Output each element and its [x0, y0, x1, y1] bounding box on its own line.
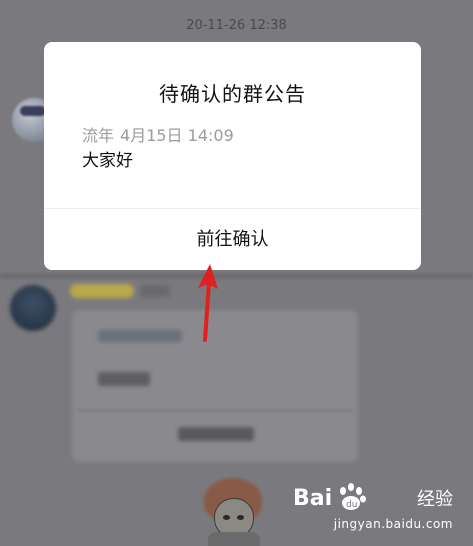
watermark-domain: jingyan.baidu.com	[333, 517, 453, 531]
chat-timestamp: 20-11-26 12:38	[186, 18, 287, 33]
baidu-paw-icon: Bai du	[293, 483, 366, 511]
svg-text:du: du	[346, 500, 357, 510]
announcement-card-text	[98, 372, 150, 386]
watermark-label: 经验	[417, 489, 453, 510]
dialog-title: 待确认的群公告	[159, 82, 306, 106]
baidu-logo: Bai du 经验	[293, 481, 453, 513]
member-tag-badge	[70, 284, 134, 298]
announcement-content: 大家好	[82, 151, 133, 171]
girl-avatar	[204, 478, 266, 546]
go-confirm-button[interactable]: 前往确认	[44, 209, 421, 270]
baidu-jingyan-watermark: Bai du 经验 jingyan.baidu.com	[293, 479, 453, 535]
member-name	[140, 285, 170, 297]
pending-announcement-dialog: 待确认的群公告 流年 4月15日 14:09 大家好 前往确认	[44, 42, 421, 270]
announcement-date: 4月15日 14:09	[120, 126, 234, 145]
announcement-author: 流年	[82, 126, 115, 145]
chat-divider	[0, 273, 473, 279]
svg-text:Bai: Bai	[293, 486, 332, 511]
announcement-card-header	[98, 330, 182, 342]
user-avatar	[10, 285, 56, 331]
announcement-card-divider	[78, 410, 352, 411]
announcement-meta: 流年 4月15日 14:09	[82, 122, 234, 146]
announcement-card-button	[178, 427, 254, 441]
red-arrow-icon	[198, 264, 218, 342]
